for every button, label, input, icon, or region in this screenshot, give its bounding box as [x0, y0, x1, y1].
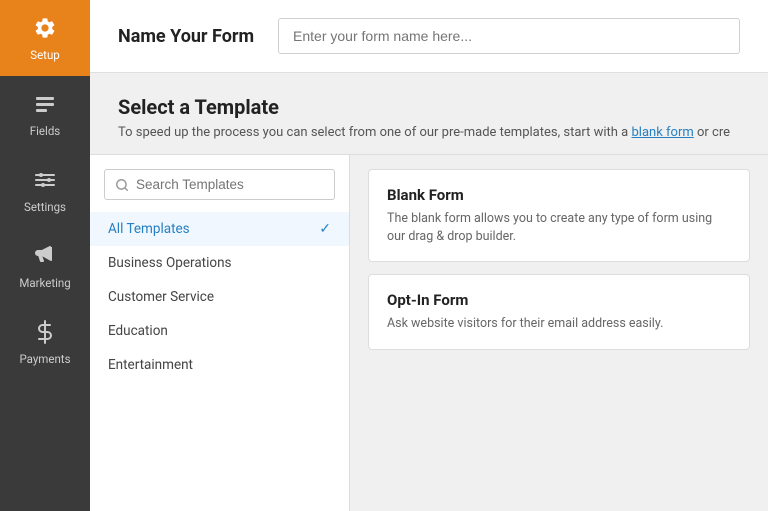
category-education[interactable]: Education [90, 314, 349, 348]
template-card-blank[interactable]: Blank Form The blank form allows you to … [368, 169, 750, 262]
template-card-optin[interactable]: Opt-In Form Ask website visitors for the… [368, 274, 750, 350]
check-icon: ✓ [319, 221, 331, 237]
sidebar: Setup Fields Settings [0, 0, 90, 511]
content-area: All Templates ✓ Business Operations Cust… [90, 155, 768, 511]
sidebar-marketing-label: Marketing [19, 276, 70, 290]
form-name-input[interactable] [278, 18, 740, 54]
categories-panel: All Templates ✓ Business Operations Cust… [90, 155, 350, 511]
category-customer-service[interactable]: Customer Service [90, 280, 349, 314]
blank-form-link[interactable]: blank form [632, 125, 694, 140]
sidebar-item-setup[interactable]: Setup [0, 0, 90, 76]
select-template-title: Select a Template [118, 95, 740, 119]
templates-panel: Blank Form The blank form allows you to … [350, 155, 768, 511]
select-template-desc: To speed up the process you can select f… [118, 125, 740, 140]
search-wrapper [90, 169, 349, 212]
category-entertainment[interactable]: Entertainment [90, 348, 349, 382]
form-name-section: Name Your Form [90, 0, 768, 73]
search-icon [115, 178, 129, 192]
category-all-templates[interactable]: All Templates ✓ [90, 212, 349, 246]
sidebar-setup-label: Setup [30, 48, 60, 62]
sidebar-item-payments[interactable]: Payments [0, 304, 90, 380]
megaphone-icon [31, 242, 59, 270]
sidebar-payments-label: Payments [19, 352, 70, 366]
template-optin-title: Opt-In Form [387, 291, 731, 309]
template-blank-desc: The blank form allows you to create any … [387, 210, 731, 245]
sidebar-item-settings[interactable]: Settings [0, 152, 90, 228]
sidebar-item-fields[interactable]: Fields [0, 76, 90, 152]
template-blank-title: Blank Form [387, 186, 731, 204]
search-templates-input[interactable] [136, 177, 324, 192]
sidebar-item-marketing[interactable]: Marketing [0, 228, 90, 304]
select-template-header: Select a Template To speed up the proces… [90, 73, 768, 154]
category-business-operations[interactable]: Business Operations [90, 246, 349, 280]
fields-icon [31, 90, 59, 118]
dollar-icon [31, 318, 59, 346]
template-optin-desc: Ask website visitors for their email add… [387, 315, 731, 333]
sidebar-settings-label: Settings [24, 200, 66, 214]
search-container[interactable] [104, 169, 335, 200]
settings-icon [31, 166, 59, 194]
gear-icon [31, 14, 59, 42]
main-content: Name Your Form Select a Template To spee… [90, 0, 768, 511]
form-name-title: Name Your Form [118, 26, 254, 47]
sidebar-fields-label: Fields [30, 124, 60, 138]
